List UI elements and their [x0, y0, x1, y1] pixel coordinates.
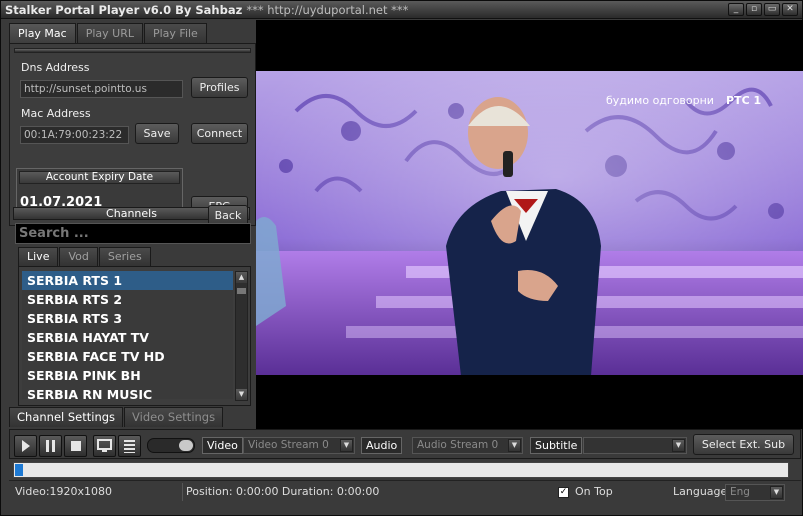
channel-list-scrollbar[interactable]: ▲ ▼ [235, 271, 248, 401]
video-frame: будимо одговорни РТС 1 [256, 71, 803, 375]
fullscreen-button[interactable] [93, 435, 116, 457]
audio-stream-select[interactable]: Audio Stream 0 ▼ [412, 437, 523, 454]
playlist-button[interactable] [118, 435, 141, 457]
chevron-down-icon[interactable]: ▼ [672, 439, 685, 452]
language-value: Eng [730, 486, 750, 498]
title-bar[interactable]: Stalker Portal Player v6.0 By Sahbaz ***… [1, 1, 802, 19]
video-display[interactable]: будимо одговорни РТС 1 [256, 20, 803, 429]
select-ext-sub-button[interactable]: Select Ext. Sub [693, 434, 794, 455]
scroll-up-icon[interactable]: ▲ [236, 272, 247, 283]
video-label: Video [202, 437, 243, 454]
control-bar: Video Video Stream 0 ▼ Audio Audio Strea… [9, 429, 801, 459]
video-info: Video:1920x1080 [15, 485, 113, 498]
position-duration: Position: 0:00:00 Duration: 0:00:00 [186, 485, 380, 498]
channel-item[interactable]: SERBIA HAYAT TV [22, 328, 233, 347]
language-label: Language [673, 485, 728, 498]
scroll-down-icon[interactable]: ▼ [236, 389, 247, 400]
connect-button[interactable]: Connect [191, 123, 248, 144]
channel-item[interactable]: SERBIA RTS 2 [22, 290, 233, 309]
panel-separator [14, 48, 251, 53]
video-frame-image: будимо одговорни РТС 1 [256, 71, 803, 375]
minimize-button[interactable]: _ [728, 3, 744, 16]
scroll-thumb[interactable] [237, 288, 246, 294]
tab-play-file[interactable]: Play File [143, 23, 207, 44]
chevron-down-icon[interactable]: ▼ [508, 439, 521, 452]
pause-button[interactable] [39, 435, 62, 457]
channel-item[interactable]: SERBIA RN MUSIC [22, 385, 233, 399]
window-title-text: Stalker Portal Player v6.0 By Sahbaz [5, 3, 243, 17]
dns-address-field[interactable]: http://sunset.pointto.us [20, 80, 183, 98]
window-buttons: _ ▫ ▭ ✕ [728, 3, 798, 16]
expiry-label: Account Expiry Date [19, 171, 180, 184]
stop-button[interactable] [64, 435, 87, 457]
subtitle-select[interactable]: ▼ [583, 437, 687, 454]
save-button[interactable]: Save [135, 123, 179, 144]
channel-list-panel: SERBIA RTS 1 SERBIA RTS 2 SERBIA RTS 3 S… [18, 266, 251, 406]
channel-list[interactable]: SERBIA RTS 1 SERBIA RTS 2 SERBIA RTS 3 S… [22, 271, 233, 399]
channel-item[interactable]: SERBIA RTS 1 [22, 271, 233, 290]
pause-icon [46, 440, 55, 452]
status-bar: Video:1920x1080 Position: 0:00:00 Durati… [9, 480, 801, 502]
channel-item[interactable]: SERBIA PINK BH [22, 366, 233, 385]
volume-slider[interactable] [147, 438, 195, 453]
channel-logo: РТС 1 [726, 94, 761, 107]
monitor-icon [97, 439, 112, 452]
channel-item[interactable]: SERBIA RTS 3 [22, 309, 233, 328]
list-tabs: Live Vod Series [18, 247, 151, 266]
window-title: Stalker Portal Player v6.0 By Sahbaz ***… [5, 3, 408, 17]
channel-item[interactable]: SERBIA FACE TV HD [22, 347, 233, 366]
on-top-checkbox[interactable]: ✓ [558, 487, 569, 498]
video-stream-select[interactable]: Video Stream 0 ▼ [243, 437, 355, 454]
play-button[interactable] [14, 435, 37, 457]
close-button[interactable]: ✕ [782, 3, 798, 16]
status-divider [182, 483, 183, 501]
tab-play-url[interactable]: Play URL [76, 23, 143, 44]
settings-tabs: Channel Settings Video Settings [9, 407, 224, 427]
search-input[interactable]: Search ... [15, 223, 251, 244]
tab-video-settings[interactable]: Video Settings [124, 407, 224, 427]
mac-label: Mac Address [21, 107, 91, 120]
tab-live[interactable]: Live [18, 247, 59, 266]
tab-channel-settings[interactable]: Channel Settings [9, 407, 124, 427]
video-stream-value: Video Stream 0 [248, 439, 329, 451]
player-window: Stalker Portal Player v6.0 By Sahbaz ***… [0, 0, 803, 516]
video-overlay-text: будимо одговорни [606, 94, 714, 107]
stop-icon [71, 441, 81, 451]
progress-fill [15, 464, 23, 476]
progress-bar[interactable] [13, 462, 789, 478]
play-icon [22, 440, 30, 452]
on-top-label: On Top [575, 485, 613, 498]
window-subtitle: *** http://uyduportal.net *** [246, 3, 409, 17]
subtitle-label: Subtitle [530, 437, 583, 454]
tab-series[interactable]: Series [98, 247, 151, 266]
dns-label: Dns Address [21, 61, 90, 74]
volume-knob[interactable] [179, 440, 193, 451]
maximize-button[interactable]: ▭ [764, 3, 780, 16]
chevron-down-icon[interactable]: ▼ [340, 439, 353, 452]
profiles-button[interactable]: Profiles [191, 77, 248, 98]
tab-vod[interactable]: Vod [59, 247, 98, 266]
language-select[interactable]: Eng ▼ [725, 484, 785, 501]
audio-stream-value: Audio Stream 0 [417, 439, 499, 451]
audio-label: Audio [361, 437, 403, 454]
tab-play-mac[interactable]: Play Mac [9, 23, 76, 44]
play-tabs: Play Mac Play URL Play File [9, 23, 207, 44]
play-mac-panel: Dns Address http://sunset.pointto.us Pro… [9, 43, 256, 226]
chevron-down-icon[interactable]: ▼ [770, 486, 783, 499]
restore-button[interactable]: ▫ [746, 3, 762, 16]
list-icon [124, 440, 135, 453]
mac-address-field[interactable]: 00:1A:79:00:23:22 [20, 126, 129, 144]
left-panel: Play Mac Play URL Play File Dns Address … [9, 23, 256, 407]
